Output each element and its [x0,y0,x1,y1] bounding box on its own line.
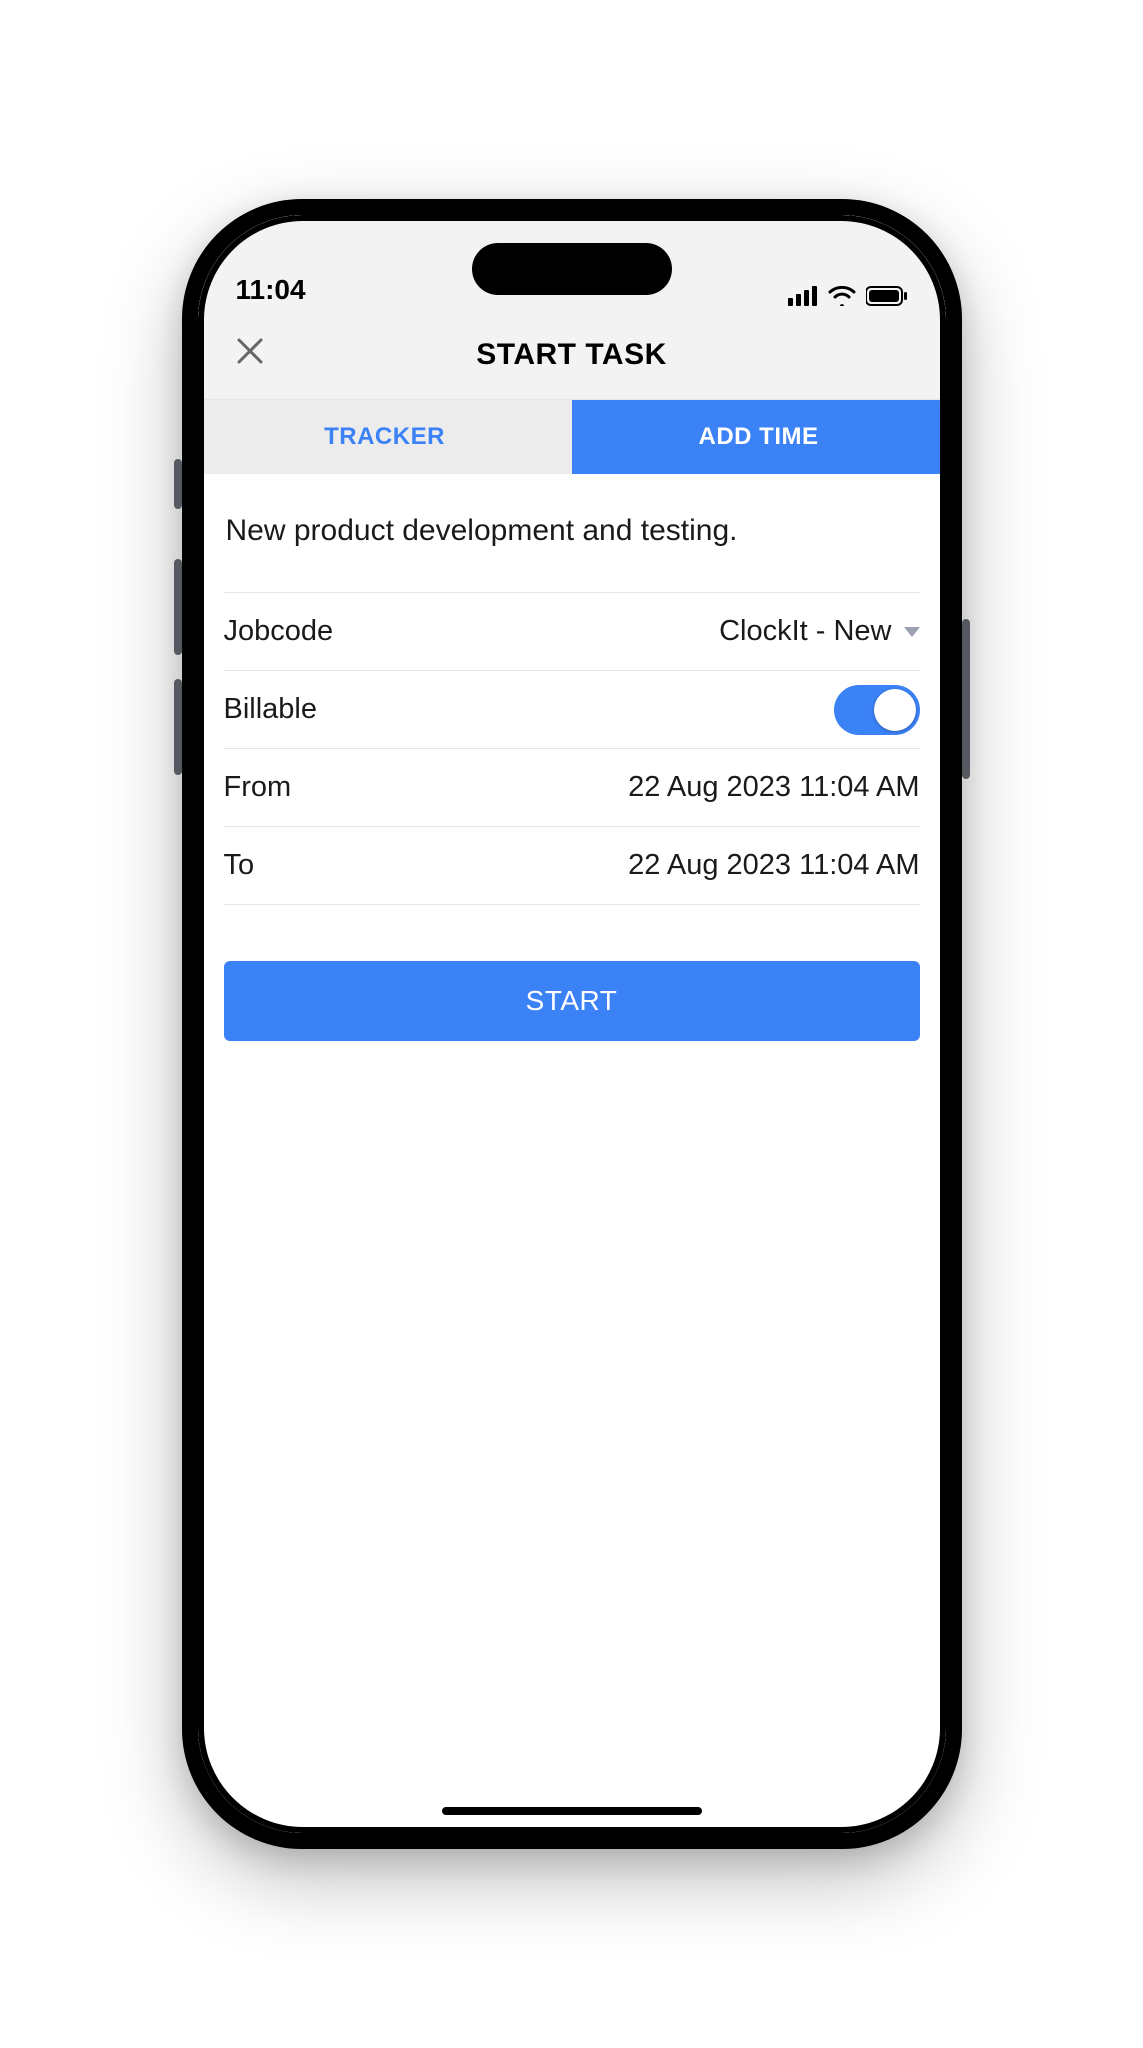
dynamic-island [472,243,672,295]
task-title[interactable]: New product development and testing. [224,514,920,593]
start-button[interactable]: START [224,961,920,1041]
close-icon [236,337,264,365]
chevron-down-icon [904,627,920,637]
side-button-silence [174,459,182,509]
tab-tracker[interactable]: TRACKER [198,400,572,474]
status-icons [788,286,908,306]
row-billable: Billable [224,671,920,749]
row-jobcode[interactable]: Jobcode ClockIt - New [224,593,920,671]
side-button-power [962,619,970,779]
battery-icon [866,286,908,306]
screen: 11:04 [198,215,946,1833]
from-label: From [224,771,292,804]
page-title: START TASK [476,338,667,372]
content-area: New product development and testing. Job… [198,474,946,1041]
row-from[interactable]: From 22 Aug 2023 11:04 AM [224,749,920,827]
to-value: 22 Aug 2023 11:04 AM [628,849,919,882]
wifi-icon [828,286,856,306]
jobcode-value-text: ClockIt - New [719,615,891,648]
tab-tracker-label: TRACKER [324,423,445,451]
jobcode-value: ClockIt - New [719,615,919,648]
status-time: 11:04 [236,274,306,306]
cellular-icon [788,286,818,306]
from-value: 22 Aug 2023 11:04 AM [628,771,919,804]
nav-bar: START TASK [198,310,946,400]
toggle-knob [874,689,916,731]
close-button[interactable] [226,325,274,384]
tab-add-time[interactable]: ADD TIME [572,400,946,474]
tab-add-time-label: ADD TIME [699,423,819,451]
row-to[interactable]: To 22 Aug 2023 11:04 AM [224,827,920,905]
side-button-volume-down [174,679,182,775]
tab-bar: TRACKER ADD TIME [198,400,946,474]
start-button-label: START [526,985,618,1017]
billable-toggle[interactable] [834,685,920,735]
phone-frame: 11:04 [182,199,962,1849]
to-label: To [224,849,255,882]
home-indicator[interactable] [442,1807,702,1815]
jobcode-label: Jobcode [224,615,334,648]
side-button-volume-up [174,559,182,655]
billable-label: Billable [224,693,318,726]
